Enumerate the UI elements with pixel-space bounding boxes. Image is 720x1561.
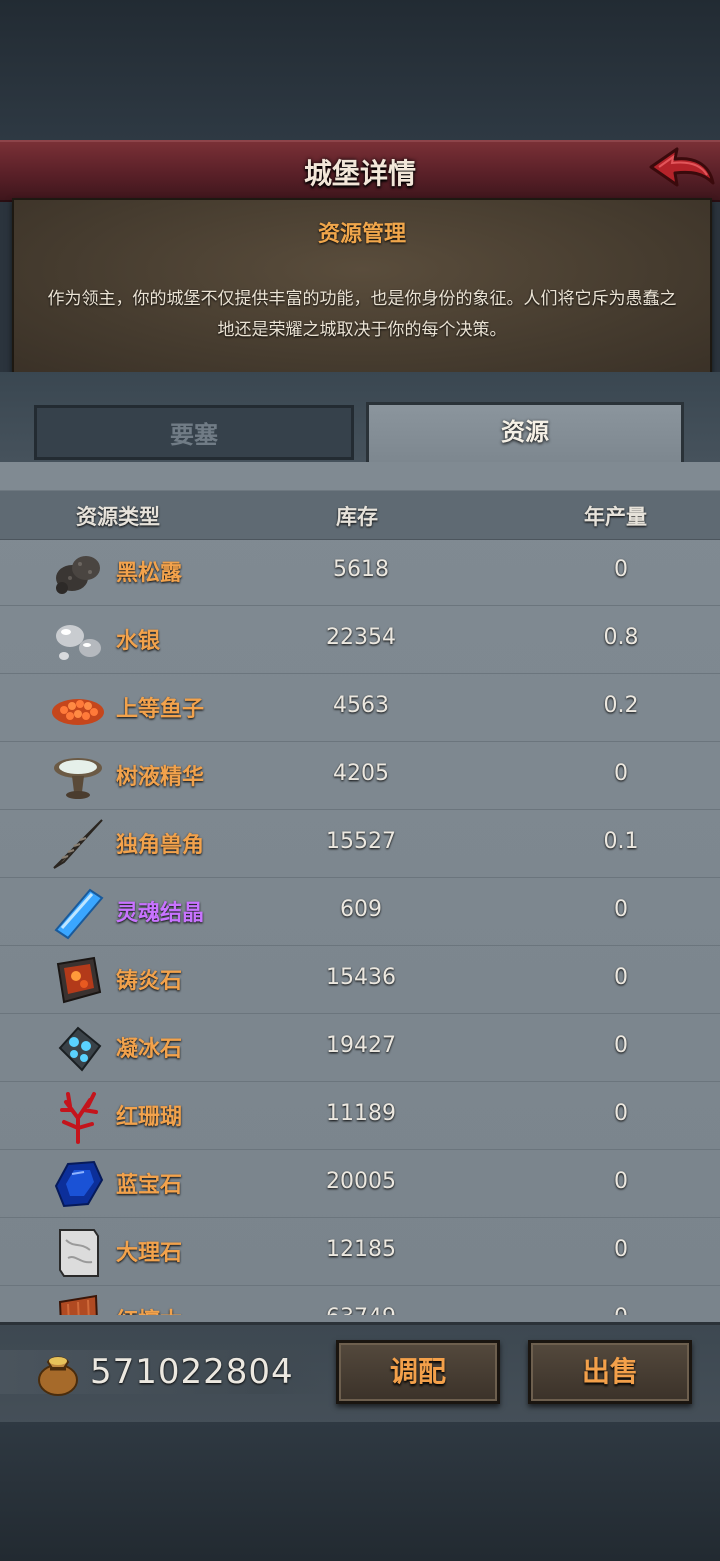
resource-name: 大理石	[116, 1241, 183, 1266]
resource-production: 0	[614, 1169, 628, 1194]
resource-production: 0	[614, 761, 628, 786]
resource-name: 红檀木	[116, 1303, 182, 1315]
resource-production: 0.8	[603, 625, 639, 650]
resource-name: 红珊瑚	[116, 1105, 183, 1130]
resource-stock: 19427	[326, 1033, 396, 1058]
soul-crystal-icon	[54, 888, 104, 940]
resource-stock: 5618	[333, 557, 389, 582]
marble-icon	[59, 1229, 99, 1277]
table-row[interactable]: 蓝宝石 20005 0	[0, 1150, 720, 1218]
tab-resources[interactable]: 资源	[366, 402, 684, 462]
resource-stock: 4563	[333, 693, 389, 718]
resource-production: 0	[614, 1033, 628, 1058]
info-panel: 资源管理 作为领主，你的城堡不仅提供丰富的功能，也是你身份的象征。人们将它斥为愚…	[12, 198, 712, 376]
resource-production: 0.2	[603, 693, 639, 718]
title-bar: 城堡详情	[0, 140, 720, 202]
resource-production: 0	[614, 1101, 628, 1126]
back-arrow-icon	[649, 147, 715, 187]
table-row[interactable]: 红珊瑚 11189 0	[0, 1082, 720, 1150]
resource-production: 0	[560, 1305, 682, 1315]
resource-name: 上等鱼子	[116, 697, 205, 722]
resource-production: 0.1	[603, 829, 639, 854]
resource-name: 黑松露	[116, 561, 183, 586]
table-header: 资源类型 库存 年产量	[0, 490, 720, 540]
table-row[interactable]: 大理石 12185 0	[0, 1218, 720, 1286]
table-row[interactable]: 上等鱼子 4563 0.2	[0, 674, 720, 742]
bottom-background	[0, 1422, 720, 1561]
tab-fortress[interactable]: 要塞	[34, 405, 354, 460]
info-description: 作为领主，你的城堡不仅提供丰富的功能，也是你身份的象征。人们将它斥为愚蠢之地还是…	[47, 289, 677, 340]
black-truffle-icon	[56, 556, 100, 594]
flame-stone-icon	[56, 956, 102, 1004]
red-sandalwood-icon	[58, 1294, 98, 1315]
column-header-production: 年产量	[584, 505, 647, 529]
resource-production: 0	[614, 897, 628, 922]
info-title: 资源管理	[317, 222, 406, 247]
resource-list[interactable]: 黑松露 5618 0 水银 22354 0.8 上等鱼子 4563 0.2 树液…	[0, 538, 720, 1315]
resource-stock: 4205	[333, 761, 389, 786]
table-row[interactable]: 凝冰石 19427 0	[0, 1014, 720, 1082]
table-row[interactable]: 灵魂结晶 609 0	[0, 878, 720, 946]
resource-name: 树液精华	[116, 765, 205, 790]
sell-button[interactable]: 出售	[528, 1340, 692, 1404]
resource-production: 0	[614, 1237, 628, 1262]
table-row[interactable]: 黑松露 5618 0	[0, 538, 720, 606]
caviar-icon	[52, 699, 104, 725]
resource-stock: 12185	[326, 1237, 396, 1262]
red-coral-icon	[60, 1092, 98, 1144]
resource-name: 独角兽角	[116, 833, 205, 858]
table-row[interactable]: 红檀木 63749 0	[0, 1286, 720, 1315]
column-header-type: 资源类型	[76, 505, 160, 529]
table-row[interactable]: 独角兽角 15527 0.1	[0, 810, 720, 878]
page-title: 城堡详情	[303, 157, 416, 190]
resource-stock: 22354	[326, 625, 396, 650]
resource-stock: 11189	[326, 1101, 396, 1126]
gold-amount: 571022804	[90, 1352, 294, 1392]
resource-stock: 609	[340, 897, 382, 922]
sap-essence-icon	[54, 758, 102, 799]
gold-bag-icon	[38, 1356, 78, 1396]
column-header-stock: 库存	[336, 505, 378, 529]
table-row[interactable]: 铸炎石 15436 0	[0, 946, 720, 1014]
back-button[interactable]	[645, 143, 717, 195]
table-row[interactable]: 树液精华 4205 0	[0, 742, 720, 810]
resource-name: 凝冰石	[116, 1037, 183, 1062]
ice-stone-icon	[58, 1026, 102, 1072]
resource-name: 铸炎石	[116, 969, 183, 994]
resource-stock: 15527	[326, 829, 396, 854]
resource-production: 0	[614, 557, 628, 582]
resource-production: 0	[614, 965, 628, 990]
unicorn-horn-icon	[53, 819, 103, 869]
mercury-icon	[56, 625, 101, 660]
table-row[interactable]: 水银 22354 0.8	[0, 606, 720, 674]
resource-stock: 15436	[326, 965, 396, 990]
adjust-button[interactable]: 调配	[336, 1340, 500, 1404]
resource-name: 水银	[116, 629, 161, 654]
resource-stock: 63749	[300, 1305, 422, 1315]
top-background	[0, 0, 720, 140]
sapphire-icon	[54, 1160, 104, 1208]
resource-name: 蓝宝石	[116, 1173, 183, 1198]
resource-name: 灵魂结晶	[116, 901, 205, 926]
resource-stock: 20005	[326, 1169, 396, 1194]
